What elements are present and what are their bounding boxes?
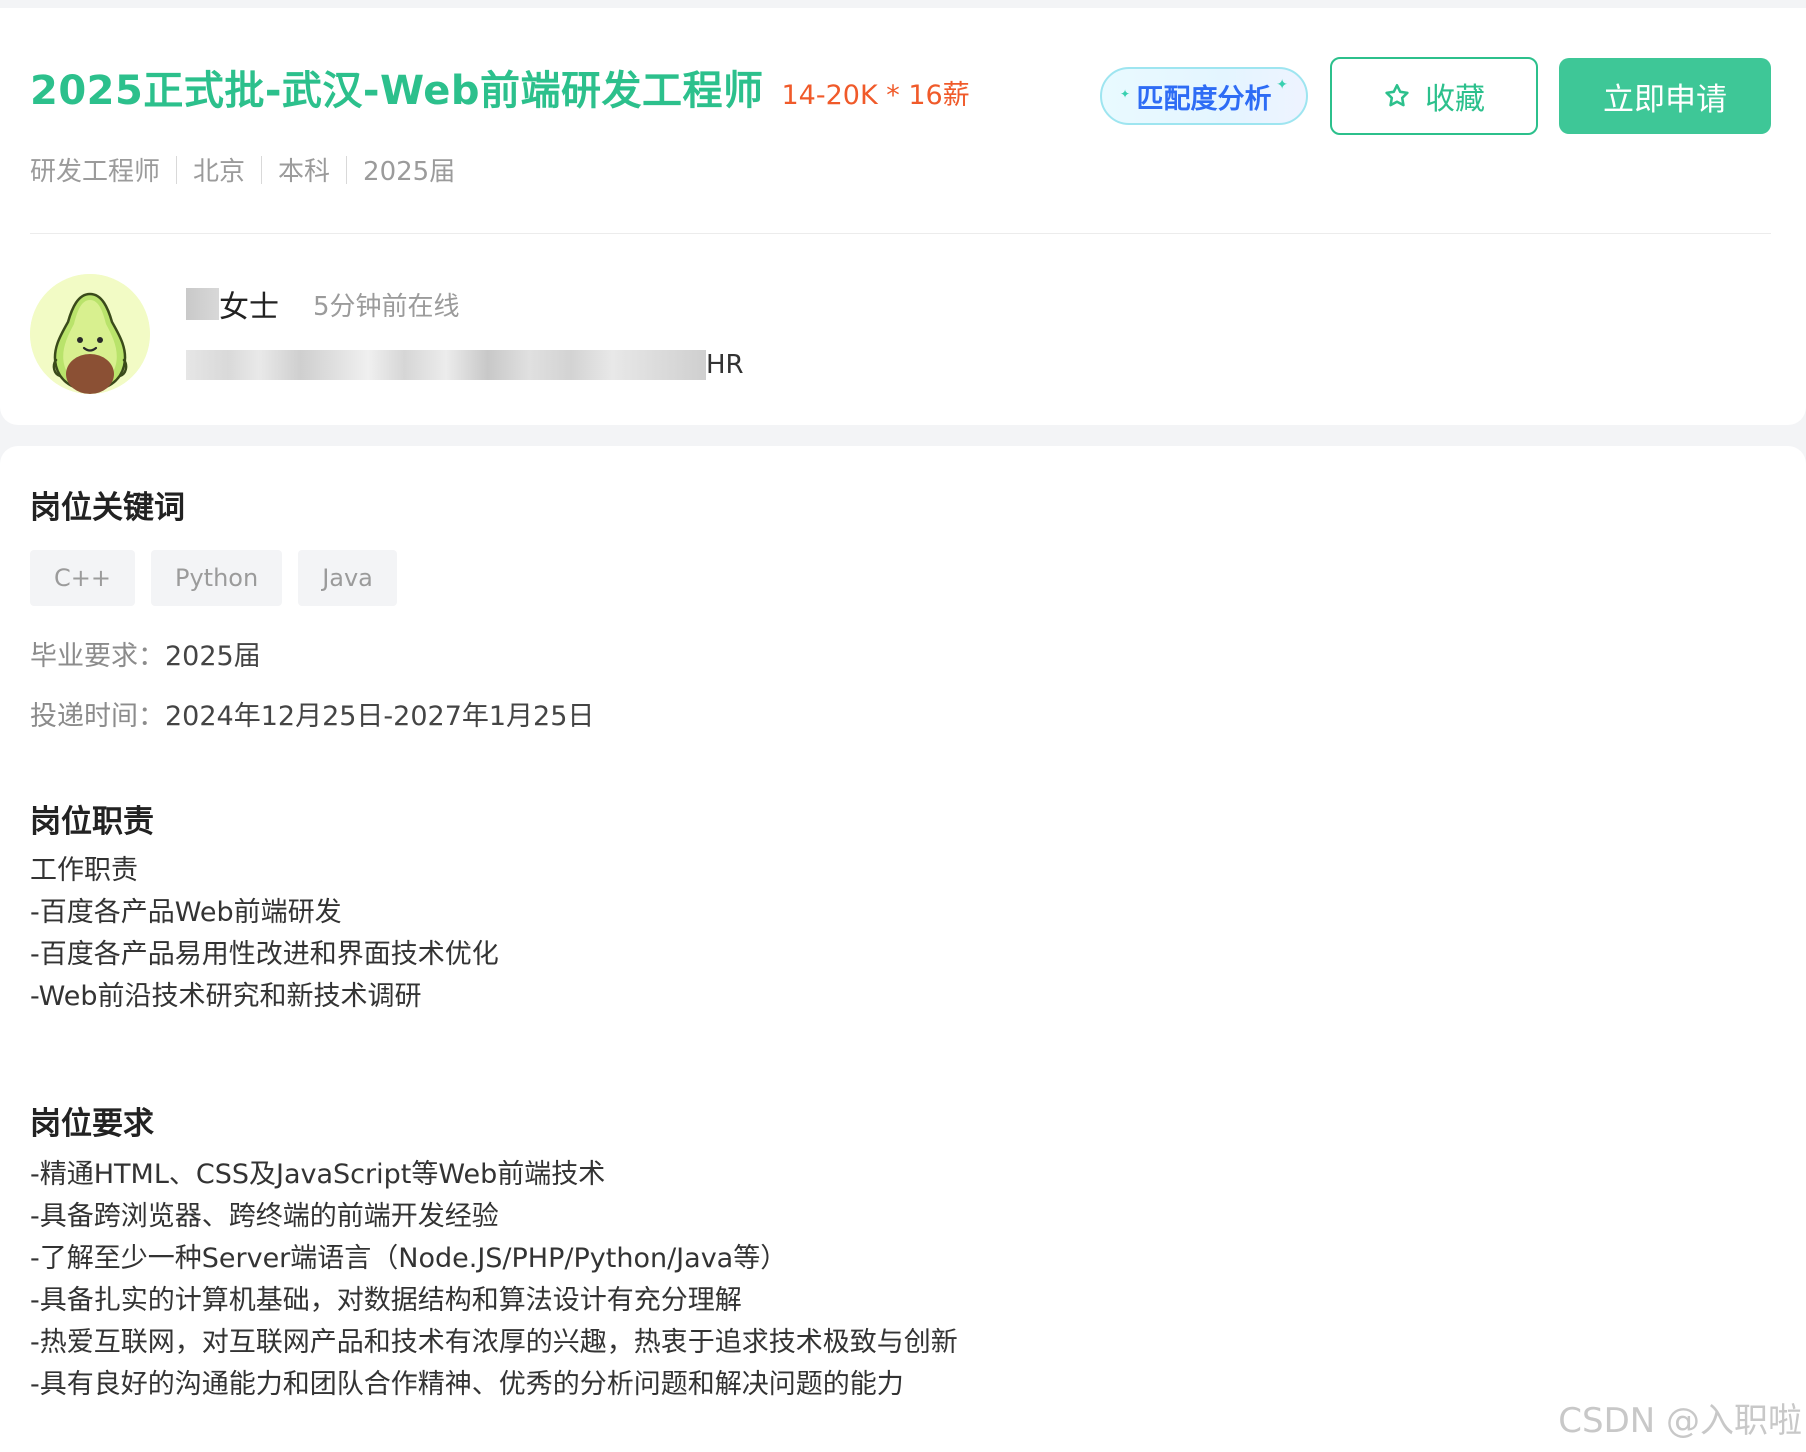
application-period-value: 2024年12月25日-2027年1月25日 [165,701,595,732]
requirements-list: -精通HTML、CSS及JavaScript等Web前端技术 -具备跨浏览器、跨… [30,1154,958,1406]
job-detail-card: 岗位关键词 C++ Python Java 毕业要求：2025届 投递时间：20… [0,446,1806,1452]
application-period: 投递时间：2024年12月25日-2027年1月25日 [30,694,594,733]
keyword-tag: Python [150,550,283,606]
duties-title: 岗位职责 [30,804,154,840]
hr-name: 女士 [219,290,279,325]
blurred-surname [186,288,219,320]
avocado-avatar-icon [30,274,150,394]
hr-avatar [30,274,150,394]
sparkle-icon: ✦ [1276,77,1288,93]
csdn-watermark: CSDN @入职啦 [1558,1401,1802,1441]
hr-name-row: 女士 5分钟前在线 [186,282,460,326]
list-item: -百度各产品Web前端研发 [30,897,342,928]
match-analysis-button[interactable]: ✦ 匹配度分析 ✦ [1100,67,1308,125]
list-item: 工作职责 [30,855,138,886]
list-item: -了解至少一种Server端语言（Node.JS/PHP/Python/Java… [30,1243,788,1274]
meta-divider [261,155,263,184]
keyword-tags: C++ Python Java [30,550,413,606]
meta-divider [176,155,178,184]
job-summary-card: 2025正式批-武汉-Web前端研发工程师 14-20K * 16薪 研发工程师… [0,8,1806,425]
job-title-row: 2025正式批-武汉-Web前端研发工程师 14-20K * 16薪 [30,58,970,118]
keyword-tag: Java [298,550,397,606]
blurred-company-info [186,350,706,380]
apply-now-button[interactable]: 立即申请 [1559,58,1771,134]
favorite-label: 收藏 [1425,82,1485,117]
list-item: -具有良好的沟通能力和团队合作精神、优秀的分析问题和解决问题的能力 [30,1369,904,1400]
match-analysis-label: 匹配度分析 [1136,83,1272,115]
list-item: -热爱互联网，对互联网产品和技术有浓厚的兴趣，热衷于追求技术极致与创新 [30,1327,958,1358]
apply-now-label: 立即申请 [1603,81,1727,118]
meta-divider [346,155,348,184]
job-category: 研发工程师 [30,157,161,187]
section-divider [30,233,1771,234]
hr-role: HR [706,350,744,380]
job-city: 北京 [193,157,246,187]
graduation-label: 毕业要求： [30,641,165,672]
keywords-title: 岗位关键词 [30,490,185,526]
list-item: -具备扎实的计算机基础，对数据结构和算法设计有充分理解 [30,1285,742,1316]
list-item: -精通HTML、CSS及JavaScript等Web前端技术 [30,1159,606,1190]
job-meta: 研发工程师 北京 本科 2025届 [30,151,455,188]
sparkle-icon: ✦ [1120,87,1131,101]
job-graduation-year: 2025届 [363,157,456,187]
star-icon [1385,83,1409,107]
hr-company-row: HR [186,350,744,380]
keyword-tag: C++ [30,550,135,606]
duties-list: 工作职责 -百度各产品Web前端研发 -百度各产品易用性改进和界面技术优化 -W… [30,850,499,1018]
application-period-label: 投递时间： [30,701,165,732]
graduation-requirement: 毕业要求：2025届 [30,634,261,673]
graduation-value: 2025届 [165,641,261,672]
job-salary: 14-20K * 16薪 [781,80,970,111]
list-item: -百度各产品易用性改进和界面技术优化 [30,939,499,970]
favorite-button[interactable]: 收藏 [1330,57,1538,135]
job-title: 2025正式批-武汉-Web前端研发工程师 [30,68,764,114]
hr-online-status: 5分钟前在线 [313,291,460,322]
list-item: -Web前沿技术研究和新技术调研 [30,981,422,1012]
list-item: -具备跨浏览器、跨终端的前端开发经验 [30,1201,499,1232]
requirements-title: 岗位要求 [30,1106,154,1142]
job-degree: 本科 [278,157,331,187]
